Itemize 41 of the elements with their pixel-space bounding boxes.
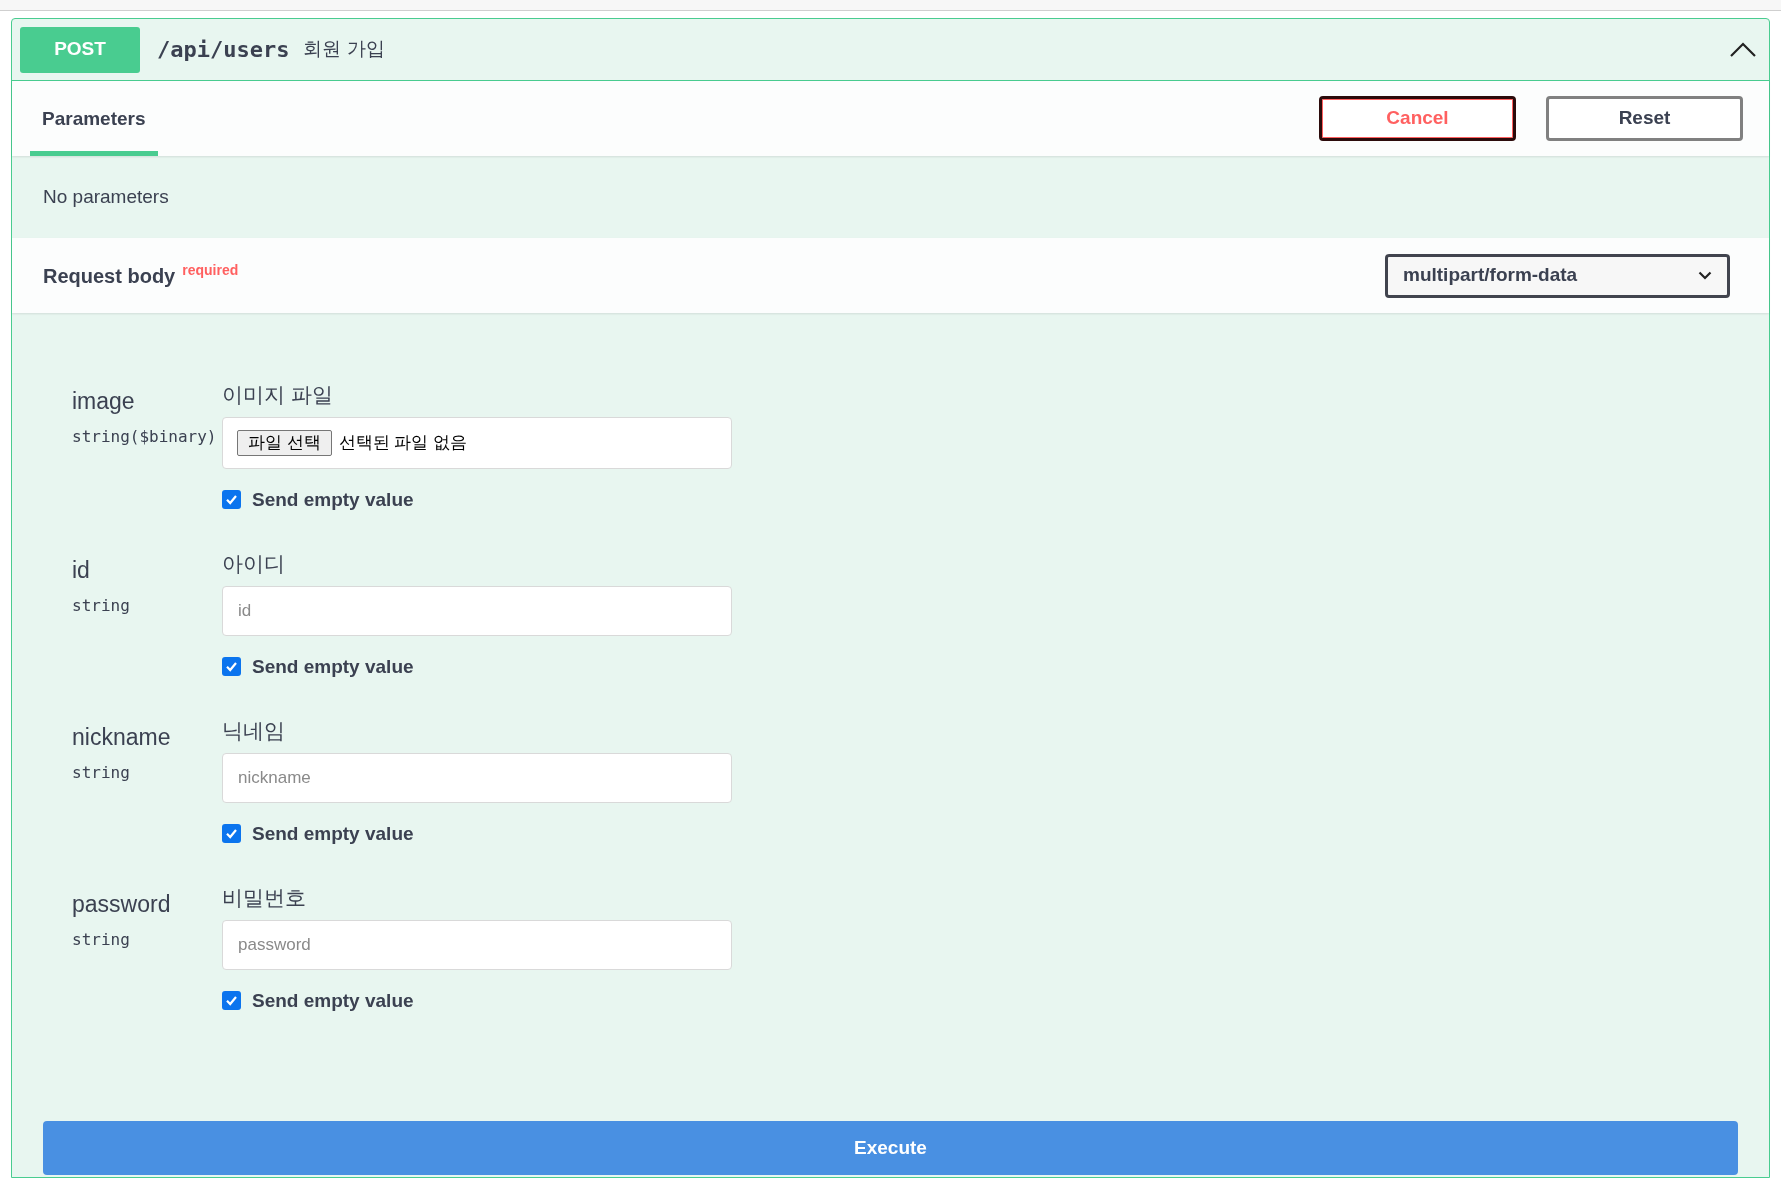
request-body-title: Request body: [43, 263, 176, 289]
send-empty-label: Send empty value: [252, 654, 414, 679]
file-status-text: 선택된 파일 없음: [338, 431, 468, 454]
input-field[interactable]: password: [222, 919, 732, 970]
choose-file-button[interactable]: 파일 선택: [237, 429, 332, 456]
send-empty-label: Send empty value: [252, 487, 414, 512]
field-description: 이미지 파일: [222, 382, 333, 408]
field-type: string: [72, 594, 130, 617]
file-input[interactable]: 파일 선택 선택된 파일 없음: [222, 416, 732, 469]
endpoint-summary: 회원 가입: [303, 37, 385, 62]
checkbox[interactable]: [222, 657, 241, 677]
send-empty-label: Send empty value: [252, 988, 414, 1013]
field-type: string: [72, 928, 130, 951]
parameters-tab[interactable]: Parameters: [30, 104, 158, 156]
field-name: password: [72, 890, 171, 919]
field-description: 비밀번호: [222, 885, 306, 911]
input-field[interactable]: nickname: [222, 752, 732, 803]
chevron-up-icon[interactable]: [1729, 41, 1757, 58]
checkbox[interactable]: [222, 991, 241, 1011]
field-description: 닉네임: [222, 718, 285, 744]
checkmark-icon: [225, 660, 238, 674]
checkmark-icon: [225, 827, 238, 841]
field-description: 아이디: [222, 551, 285, 577]
required-label: required: [182, 261, 239, 280]
method-badge: POST: [20, 26, 140, 73]
checkmark-icon: [225, 493, 238, 507]
checkmark-icon: [225, 994, 238, 1008]
send-empty-label: Send empty value: [252, 821, 414, 846]
reset-button[interactable]: Reset: [1546, 96, 1743, 141]
field-type: string: [72, 761, 130, 784]
content-type-select[interactable]: multipart/form-data: [1385, 253, 1730, 298]
checkbox[interactable]: [222, 490, 241, 510]
endpoint-path: /api/users: [157, 36, 290, 64]
input-field[interactable]: id: [222, 585, 732, 636]
chevron-down-icon: [1698, 271, 1712, 280]
field-name: id: [72, 556, 90, 585]
no-parameters-text: No parameters: [43, 184, 169, 209]
checkbox[interactable]: [222, 824, 241, 844]
field-type: string($binary): [72, 425, 217, 448]
field-name: image: [72, 387, 135, 416]
field-name: nickname: [72, 723, 171, 752]
